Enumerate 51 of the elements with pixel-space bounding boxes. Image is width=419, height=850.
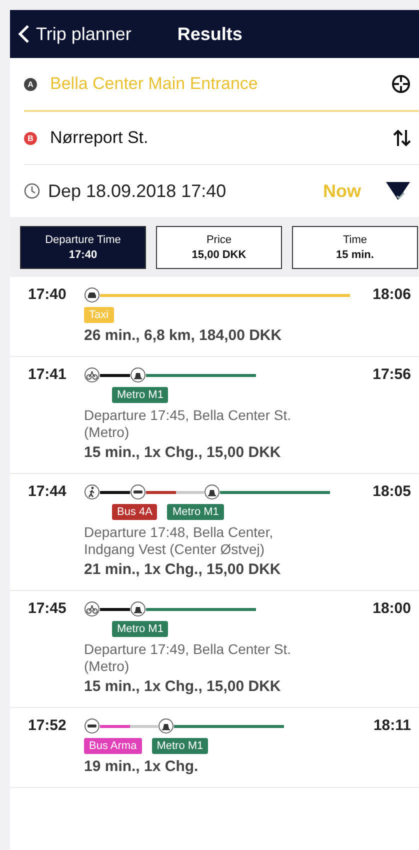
destination-marker: B <box>24 132 37 144</box>
bike-icon <box>84 367 100 383</box>
start-time: 17:45 <box>28 599 68 619</box>
start-time: 17:52 <box>28 716 68 736</box>
metro-icon <box>130 367 146 383</box>
location-crosshair-icon[interactable] <box>391 74 411 94</box>
bike-icon <box>84 601 100 617</box>
walk-icon <box>84 484 100 500</box>
arrival-time: 18:06 <box>372 285 411 305</box>
destination-field[interactable]: Nørreport St. <box>50 128 393 148</box>
origin-marker: A <box>24 78 37 90</box>
line-tag: Bus Arma <box>84 738 142 754</box>
line-tag: Taxi <box>84 307 114 323</box>
metro-icon <box>204 484 220 500</box>
departure-details: Departure 17:49, Bella Center St. (Metro) <box>84 641 292 675</box>
sort-tab[interactable]: Price 15,00 DKK <box>156 226 282 269</box>
bus-icon <box>130 484 146 500</box>
arrival-time: 17:56 <box>372 365 411 385</box>
back-chevron-icon <box>18 24 30 44</box>
start-time: 17:40 <box>28 285 68 305</box>
trip-summary: 15 min., 1x Chg., 15,00 DKK <box>84 444 282 461</box>
screen-title: Results <box>177 24 242 44</box>
sort-tab[interactable]: Departure Time 17:40 <box>20 226 146 269</box>
departure-details: Departure 17:45, Bella Center St. (Metro) <box>84 407 292 441</box>
arrival-time: 18:05 <box>372 482 411 502</box>
back-button[interactable]: Trip planner <box>18 24 132 44</box>
departure-details: Departure 17:48, Bella Center, Indgang Vest (Center Østvej) <box>84 524 274 558</box>
sort-tab[interactable]: Time 15 min. <box>292 226 418 269</box>
line-tag: Metro M1 <box>152 738 208 754</box>
trip-summary: 19 min., 1x Chg. <box>84 758 200 775</box>
line-tag: Metro M1 <box>112 387 168 403</box>
transfer-line <box>176 490 204 494</box>
transfer-line <box>130 724 158 728</box>
metro-icon <box>158 718 174 734</box>
trip-summary: 26 min., 6,8 km, 184,00 DKK <box>84 327 283 344</box>
filter-funnel-icon[interactable] <box>385 180 411 202</box>
start-time: 17:41 <box>28 365 68 385</box>
trip-summary: 21 min., 1x Chg., 15,00 DKK <box>84 561 282 578</box>
arrival-time: 18:11 <box>373 716 411 736</box>
line-tag: Metro M1 <box>167 504 224 520</box>
arrival-time: 18:00 <box>372 599 411 619</box>
start-time: 17:44 <box>28 482 68 502</box>
line-tag: Bus 4A <box>112 504 158 520</box>
trip-summary: 15 min., 1x Chg., 15,00 DKK <box>84 678 282 695</box>
swap-arrows-icon[interactable] <box>393 128 411 148</box>
line-tag: Metro M1 <box>112 621 168 637</box>
taxi-icon <box>84 287 100 303</box>
bus-icon <box>84 718 100 734</box>
clock-icon <box>24 183 40 199</box>
metro-icon <box>130 601 146 617</box>
departure-time-field[interactable]: Dep 18.09.2018 17:40 <box>48 180 315 202</box>
